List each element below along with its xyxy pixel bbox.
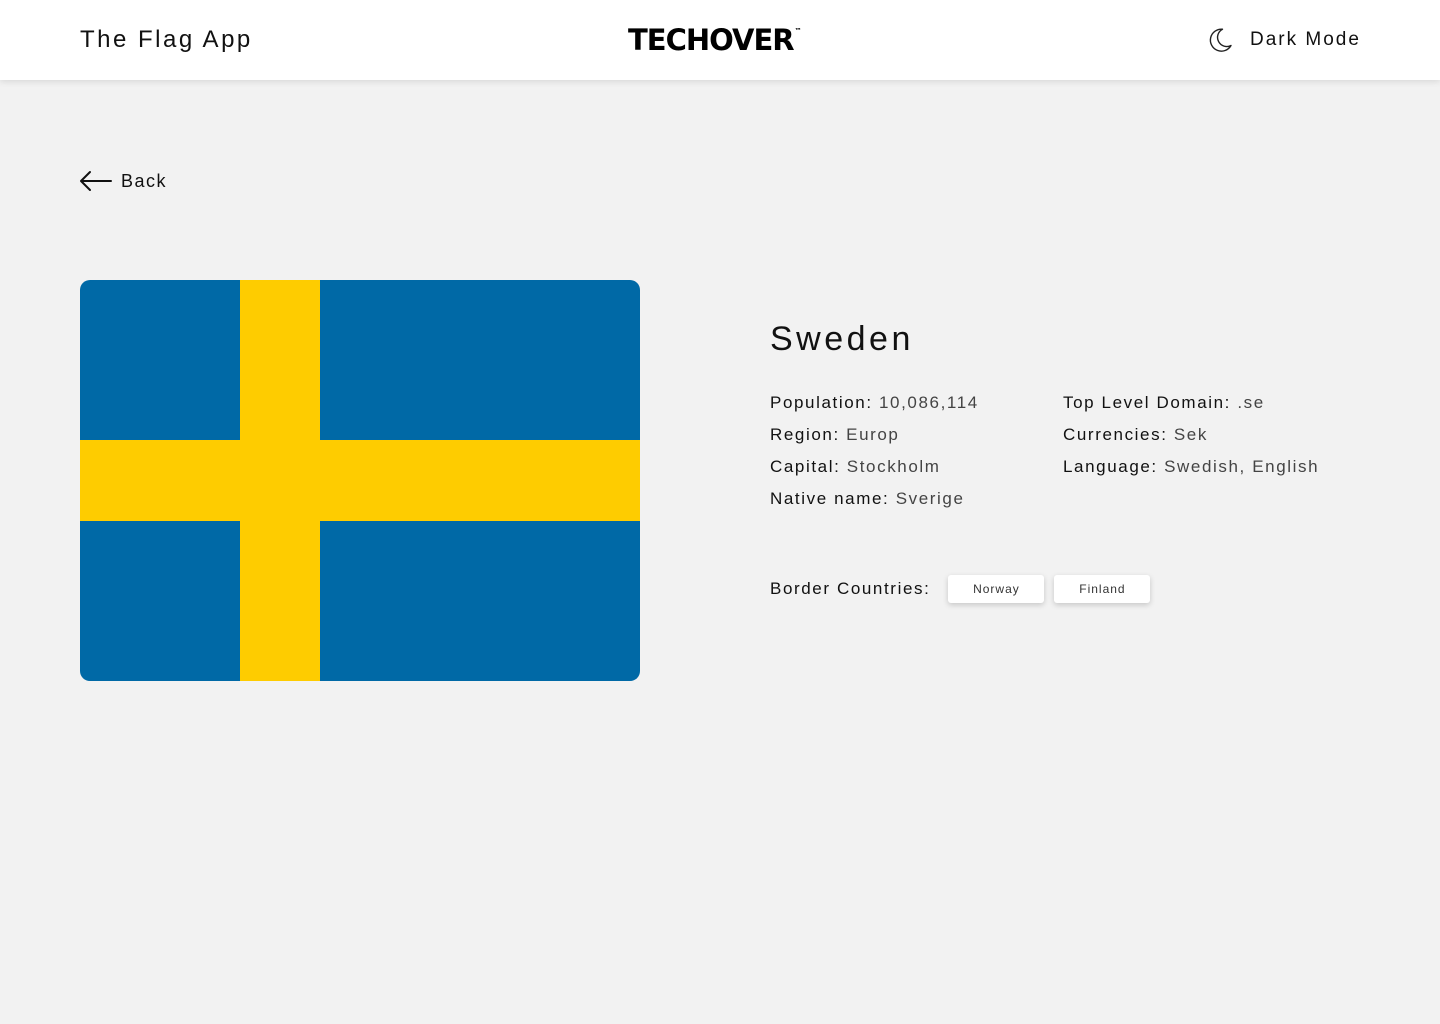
dark-mode-toggle[interactable]: Dark Mode [1206,25,1361,55]
logo-text: TECHOVER [628,23,795,57]
app-title: The Flag App [80,26,253,53]
arrow-left-icon [80,171,112,191]
detail-language: Language: Swedish, English [1063,454,1319,486]
country-flag [80,280,640,681]
logo-trademark: ™ [794,27,802,35]
detail-population: Population: 10,086,114 [770,390,979,422]
detail-key: Top Level Domain: [1063,393,1231,412]
detail-value: Sek [1173,425,1208,444]
detail-value: Stockholm [846,457,941,476]
detail-native-name: Native name: Sverige [770,486,979,518]
detail-currencies: Currencies: Sek [1063,422,1319,454]
techover-logo: TECHOVER™ [628,23,802,57]
detail-capital: Capital: Stockholm [770,454,979,486]
detail-value: Swedish, English [1164,457,1320,476]
app-header: The Flag App TECHOVER™ Dark Mode [0,0,1440,80]
detail-value: .se [1237,393,1265,412]
detail-value: 10,086,114 [879,393,979,412]
moon-icon [1209,28,1232,52]
flag-cross-horizontal [80,440,640,521]
back-label: Back [121,170,168,191]
detail-top-level-domain: Top Level Domain: .se [1063,390,1319,422]
border-countries: Border Countries: Norway Finland [770,574,1160,604]
detail-region: Region: Europ [770,422,979,454]
border-country-chip-norway[interactable]: Norway [948,575,1045,603]
details-column-right: Top Level Domain: .se Currencies: Sek La… [1063,390,1319,486]
detail-key: Capital: [770,457,841,476]
detail-value: Sverige [895,489,965,508]
detail-key: Language: [1063,457,1158,476]
dark-mode-label: Dark Mode [1250,29,1361,50]
detail-key: Currencies: [1063,425,1168,444]
border-countries-label: Border Countries: [770,579,931,598]
country-name: Sweden [770,320,914,358]
back-button[interactable]: Back [79,168,167,194]
border-country-chip-finland[interactable]: Finland [1054,575,1151,603]
details-column-left: Population: 10,086,114 Region: Europ Cap… [770,390,979,518]
detail-value: Europ [846,425,900,444]
detail-key: Native name: [770,489,890,508]
detail-key: Region: [770,425,840,444]
detail-key: Population: [770,393,873,412]
